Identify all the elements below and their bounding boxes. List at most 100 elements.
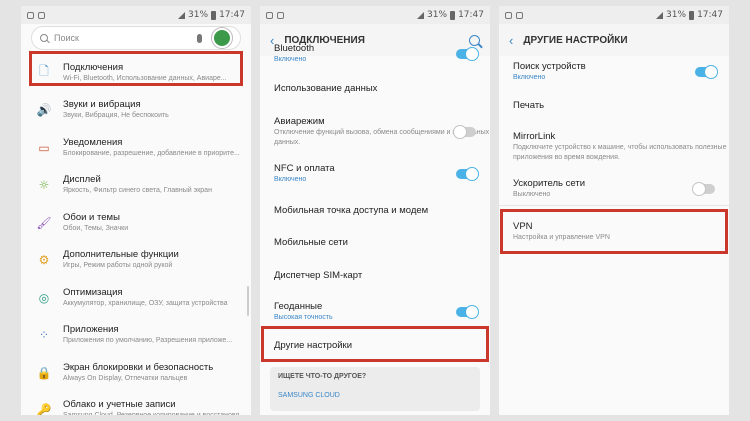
item-text: Уведомления Блокирование, разрешение, доб… — [59, 137, 251, 159]
item-subtitle: Блокирование, разрешение, добавление в п… — [63, 149, 240, 157]
item-title: Печать — [513, 100, 545, 111]
toggle-switch[interactable] — [456, 47, 479, 61]
item-subtitle: Приложения по умолчанию, Разрешения прил… — [63, 337, 233, 344]
item-subtitle: Игры, Режим работы одной рукой — [63, 262, 173, 269]
item-text: Печать — [499, 100, 729, 112]
list-item[interactable]: Печать — [499, 92, 729, 120]
signal-icon — [178, 11, 186, 19]
item-subtitle: Аккумулятор, хранилище, ОЗУ, защита устр… — [63, 299, 228, 307]
item-subtitle: Настройка и управление VPN — [513, 234, 610, 241]
list-item[interactable]: MirrorLink Подключите устройство к машине… — [499, 124, 729, 170]
battery-percent: 31% — [666, 10, 687, 20]
list-item[interactable]: 🗋 Подключения Wi-Fi, Bluetooth, Использова… — [21, 54, 251, 91]
toggle-switch[interactable] — [453, 124, 476, 139]
item-text: Подключения Wi-Fi, Bluetooth, Использован… — [59, 62, 251, 84]
display-icon: ☼ — [38, 178, 50, 192]
card-title: ИЩЕТЕ ЧТО-ТО ДРУГОЕ? — [278, 373, 367, 380]
item-subtitle: Обои, Темы, Значки — [63, 224, 129, 232]
list-item[interactable]: 🖌 Обои и темы Обои, Темы, Значки — [21, 204, 251, 241]
item-text: VPN Настройка и управление VPN — [499, 221, 729, 243]
scrollbar[interactable] — [247, 286, 249, 316]
section-divider — [499, 205, 729, 206]
item-title: Дополнительные функции — [63, 249, 179, 260]
list-item[interactable]: 🔒 Экран блокировки и безопасность Always O… — [21, 354, 251, 391]
screen-header: ‹ ДРУГИЕ НАСТРОЙКИ — [499, 24, 729, 56]
notification-app-icon — [516, 11, 523, 19]
avatar[interactable] — [212, 28, 232, 48]
item-title: Оптимизация — [63, 286, 123, 298]
list-item[interactable]: NFC и оплата Включено — [260, 156, 490, 192]
list-item[interactable]: ☼ Дисплей Яркость, Фильтр синего света, Гл… — [21, 167, 251, 204]
status-bar: 31% 17:47 — [260, 6, 490, 24]
sim-icon — [27, 11, 34, 19]
toggle-switch[interactable] — [456, 305, 479, 319]
item-text: Диспетчер SIM-карт — [260, 270, 490, 282]
battery-icon — [211, 10, 217, 20]
status-bar: 31% 17:47 — [21, 6, 251, 24]
item-title: MirrorLink — [513, 131, 556, 142]
item-subtitle: Звуки, Вибрация, Не беспокоить — [63, 112, 169, 119]
list-item[interactable]: VPN Настройка и управление VPN — [499, 212, 729, 252]
item-title: Приложения — [63, 324, 119, 335]
item-text: Дисплей Яркость, Фильтр синего света, Гла… — [59, 174, 251, 196]
list-item[interactable]: Bluetooth Включено — [260, 40, 490, 68]
list-item[interactable]: ◎ Оптимизация Аккумулятор, хранилище, ОЗУ,… — [21, 279, 251, 316]
suggestion-card: ИЩЕТЕ ЧТО-ТО ДРУГОЕ? SAMSUNG CLOUD — [270, 367, 480, 411]
item-title: Звуки и вибрация — [63, 99, 141, 110]
item-title: Уведомления — [63, 136, 123, 148]
list-item[interactable]: 🔊 Звуки и вибрация Звуки, Вибрация, Не бес… — [21, 92, 251, 129]
toggle-switch[interactable] — [692, 182, 715, 196]
list-item[interactable]: Диспетчер SIM-карт — [260, 260, 490, 292]
item-text: Мобильные сети — [260, 237, 490, 249]
item-text: Звуки и вибрация Звуки, Вибрация, Не бесп… — [59, 99, 251, 121]
speaker-icon: 🔊 — [36, 103, 52, 117]
list-item[interactable]: 🔑 Облако и учетные записиSamsung Cloud, Р… — [21, 392, 251, 415]
list-item[interactable]: Мобильные сети — [260, 228, 490, 258]
item-text: MirrorLink Подключите устройство к машине… — [499, 131, 729, 163]
item-title: Дисплей — [63, 174, 101, 185]
item-text: Использование данных — [260, 83, 490, 95]
item-title: Подключения — [63, 61, 124, 73]
clock: 17:47 — [697, 10, 723, 20]
clock: 17:47 — [458, 10, 484, 20]
list-item[interactable]: Мобильная точка доступа и модем — [260, 196, 490, 226]
samsung-cloud-link[interactable]: SAMSUNG CLOUD — [278, 392, 472, 399]
mic-icon[interactable] — [197, 33, 202, 43]
item-text: Экран блокировки и безопасность Always On… — [59, 362, 251, 384]
list-item[interactable]: Ускоритель сети Выключено — [499, 172, 729, 206]
item-text: Другие настройки — [260, 340, 490, 352]
apps-icon: ⁘ — [38, 328, 50, 342]
list-item[interactable]: Использование данных — [260, 74, 490, 104]
battery-icon — [689, 10, 695, 20]
item-title: Обои и темы — [63, 211, 120, 223]
toggle-switch[interactable] — [456, 167, 479, 181]
list-item[interactable]: ⁘ Приложения Приложения по умолчанию, Разр… — [21, 317, 251, 354]
signal-icon — [656, 11, 664, 19]
back-chevron-icon[interactable]: ‹ — [509, 33, 513, 48]
item-text: Приложения Приложения по умолчанию, Разре… — [59, 324, 251, 346]
screen-title: ДРУГИЕ НАСТРОЙКИ — [523, 34, 628, 46]
toggle-switch[interactable] — [695, 65, 718, 79]
sim-icon — [505, 11, 512, 19]
brush-icon: 🖌 — [36, 215, 52, 230]
list-item[interactable]: ⚙ Дополнительные функции Игры, Режим работ… — [21, 242, 251, 279]
list-item[interactable]: Другие настройки — [260, 329, 490, 363]
list-item[interactable]: Поиск устройств Включено — [499, 54, 729, 90]
list-item[interactable]: Авиарежим Отключение функций вызова, обме… — [260, 109, 490, 154]
list-item[interactable]: Геоданные Высокая точность — [260, 292, 490, 332]
item-text: Обои и темы Обои, Темы, Значки — [59, 212, 251, 234]
item-text: Мобильная точка доступа и модем — [260, 205, 490, 217]
item-title: VPN — [513, 221, 533, 232]
clock: 17:47 — [219, 10, 245, 20]
search-icon — [40, 34, 48, 42]
item-subtitle: Яркость, Фильтр синего света, Главный эк… — [63, 187, 212, 194]
list-item[interactable]: ▭ Уведомления Блокирование, разрешение, до… — [21, 129, 251, 166]
item-text: Облако и учетные записиSamsung Cloud, Ре… — [59, 399, 251, 415]
notification-app-icon — [38, 11, 45, 19]
item-title: Мобильная точка доступа и модем — [274, 205, 429, 216]
other-settings-screen: 31% 17:47 ‹ ДРУГИЕ НАСТРОЙКИ Поиск устрой… — [499, 6, 729, 415]
item-title: Другие настройки — [274, 340, 353, 351]
item-subtitle: Wi-Fi, Bluetooth, Использование данных, … — [63, 74, 227, 82]
key-icon: 🔑 — [36, 403, 52, 415]
search-bar[interactable]: Поиск — [31, 26, 241, 50]
